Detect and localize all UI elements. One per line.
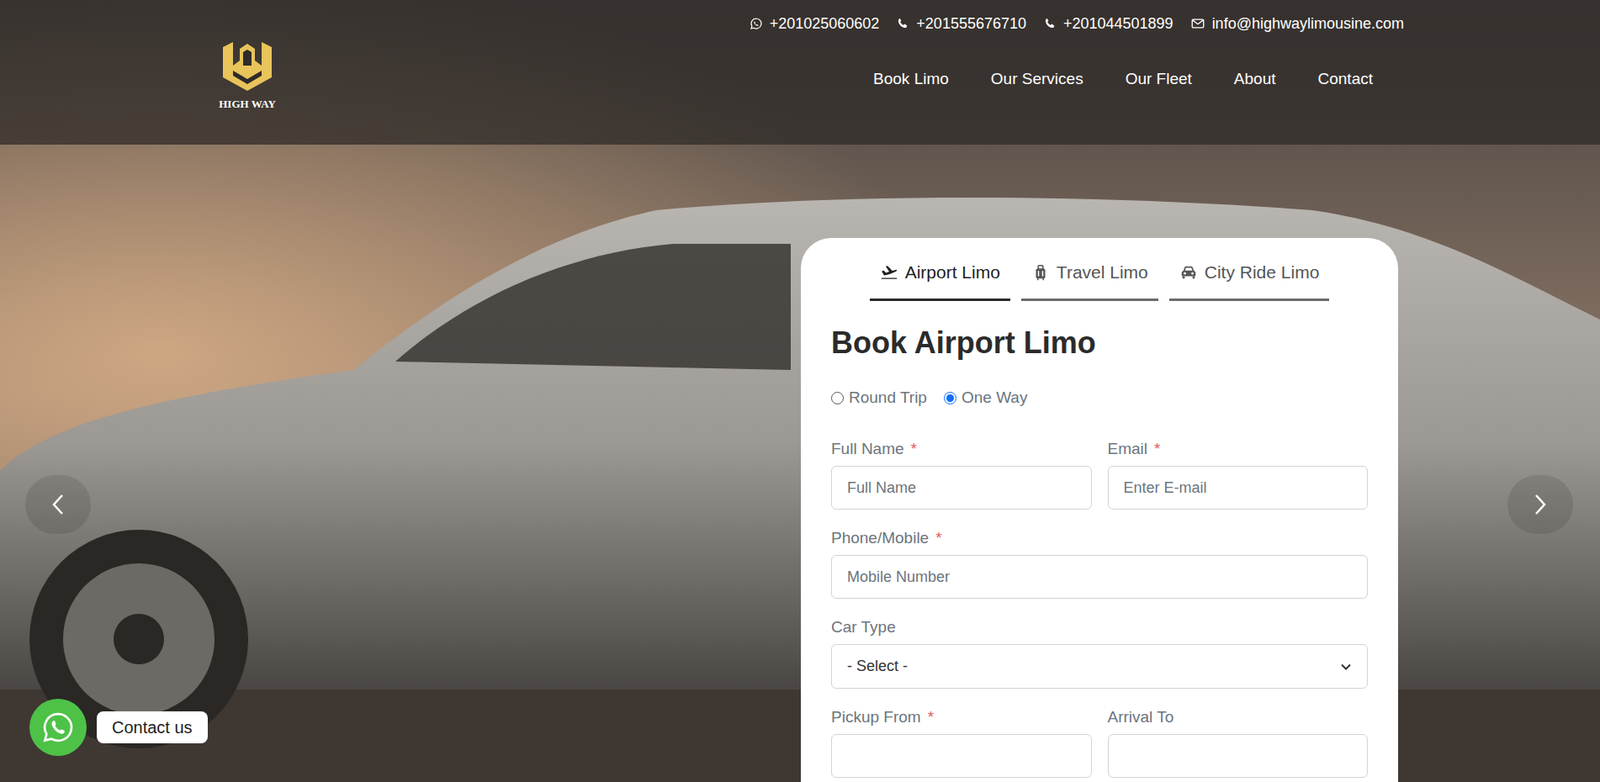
field-label-text: Car Type bbox=[831, 617, 896, 638]
required-mark: * bbox=[935, 528, 942, 549]
field-label: Car Type bbox=[831, 617, 1368, 638]
select-value: - Select - bbox=[847, 655, 908, 679]
radio-label: One Way bbox=[961, 387, 1028, 408]
form-row: Phone/Mobile * bbox=[831, 528, 1368, 599]
trip-type-option[interactable]: One Way bbox=[943, 387, 1028, 408]
contact-item[interactable]: +201025060602 bbox=[749, 13, 880, 34]
suitcase-icon bbox=[1031, 263, 1050, 282]
form-row: Car Type - Select - bbox=[831, 617, 1368, 689]
hero-content: Airport Limo Travel Limo City Ride Limo Bo… bbox=[0, 238, 1600, 782]
field-label-text: Phone/Mobile bbox=[831, 528, 929, 549]
required-mark: * bbox=[927, 707, 934, 728]
nav-link[interactable]: Our Services bbox=[990, 68, 1084, 90]
field-label-text: Full Name bbox=[831, 439, 905, 460]
form-title: Book Airport Limo bbox=[831, 324, 1368, 362]
car-icon bbox=[1179, 263, 1198, 282]
field-label-text: Arrival To bbox=[1107, 707, 1175, 728]
field-label: Pickup From* bbox=[831, 707, 1092, 728]
booking-tab[interactable]: City Ride Limo bbox=[1169, 256, 1330, 302]
whatsapp-icon bbox=[749, 16, 763, 31]
field-label-text: Pickup From bbox=[831, 707, 922, 728]
phone-icon bbox=[895, 16, 910, 31]
text-input[interactable] bbox=[1107, 734, 1369, 779]
contact-text[interactable]: +201044501899 bbox=[1063, 13, 1174, 34]
radio-dot bbox=[946, 394, 954, 403]
form-field: Arrival To bbox=[1107, 707, 1369, 779]
whatsapp-button[interactable] bbox=[29, 699, 87, 757]
tab-label: City Ride Limo bbox=[1204, 261, 1320, 284]
contact-item[interactable]: +201555676710 bbox=[895, 13, 1027, 34]
logo-icon bbox=[217, 40, 277, 98]
text-input[interactable] bbox=[831, 466, 1092, 510]
radio-button[interactable] bbox=[831, 392, 844, 405]
contact-item[interactable]: +201044501899 bbox=[1043, 13, 1174, 34]
contact-text[interactable]: info@highwaylimousine.com bbox=[1212, 13, 1404, 34]
form-row: Pickup From* Arrival To bbox=[831, 707, 1368, 779]
car-type-select[interactable]: - Select - bbox=[831, 644, 1368, 689]
tab-label: Airport Limo bbox=[905, 261, 1001, 284]
next-slide-button[interactable] bbox=[1507, 475, 1574, 535]
logo[interactable]: HIGH WAY bbox=[209, 40, 286, 112]
booking-tabs: Airport Limo Travel Limo City Ride Limo bbox=[831, 256, 1368, 302]
booking-form: Full Name*Email*Phone/Mobile*Car Type- S… bbox=[831, 439, 1368, 779]
field-label: Email* bbox=[1107, 439, 1369, 460]
plane-icon bbox=[879, 263, 899, 282]
hero: +201025060602 +201555676710 +201044501899 i… bbox=[0, 0, 1600, 782]
form-field: Phone/Mobile * bbox=[831, 528, 1368, 599]
field-label: Full Name * bbox=[831, 439, 1092, 460]
text-input[interactable] bbox=[1107, 466, 1369, 510]
form-field: Email* bbox=[1107, 439, 1369, 510]
form-field: Full Name * bbox=[831, 439, 1092, 510]
booking-card: Airport Limo Travel Limo City Ride Limo Bo… bbox=[800, 238, 1399, 782]
booking-tab[interactable]: Airport Limo bbox=[869, 256, 1011, 302]
trip-type-group: Round Trip One Way bbox=[831, 385, 1368, 411]
nav-link[interactable]: About bbox=[1234, 68, 1277, 90]
email-icon bbox=[1190, 15, 1206, 32]
contact-item[interactable]: info@highwaylimousine.com bbox=[1190, 13, 1404, 34]
previous-slide-button[interactable] bbox=[25, 475, 91, 535]
nav-link[interactable]: Our Fleet bbox=[1125, 68, 1193, 90]
text-input[interactable] bbox=[831, 734, 1092, 779]
required-mark: * bbox=[1154, 439, 1161, 460]
chevron-right-icon bbox=[1531, 492, 1549, 517]
form-field: Pickup From* bbox=[831, 707, 1092, 779]
main-nav: Book Limo Our Services Our Fleet About Conta… bbox=[873, 68, 1404, 90]
field-label-text: Email bbox=[1107, 439, 1149, 460]
chevron-left-icon bbox=[49, 492, 67, 517]
whatsapp-widget[interactable]: Contact us bbox=[29, 699, 208, 757]
tab-label: Travel Limo bbox=[1056, 261, 1149, 284]
contact-bar: +201025060602 +201555676710 +201044501899 i… bbox=[209, 0, 1404, 34]
whatsapp-icon bbox=[41, 710, 75, 745]
nav-link[interactable]: Contact bbox=[1318, 68, 1373, 90]
form-row: Full Name*Email* bbox=[831, 439, 1368, 510]
nav-link[interactable]: Book Limo bbox=[873, 68, 949, 90]
contact-text[interactable]: +201025060602 bbox=[769, 13, 880, 34]
required-mark: * bbox=[911, 439, 917, 460]
chevron-down-icon bbox=[1340, 661, 1352, 673]
text-input[interactable] bbox=[831, 555, 1368, 599]
trip-type-option[interactable]: Round Trip bbox=[831, 387, 928, 408]
field-label: Arrival To bbox=[1107, 707, 1369, 728]
form-field: Car Type - Select - bbox=[831, 617, 1368, 689]
site-header: +201025060602 +201555676710 +201044501899 i… bbox=[0, 0, 1600, 145]
radio-label: Round Trip bbox=[848, 387, 928, 408]
contact-text[interactable]: +201555676710 bbox=[916, 13, 1027, 34]
phone-icon bbox=[1043, 16, 1057, 31]
whatsapp-label[interactable]: Contact us bbox=[96, 711, 208, 744]
booking-tab[interactable]: Travel Limo bbox=[1021, 256, 1159, 302]
field-label: Phone/Mobile * bbox=[831, 528, 1368, 549]
radio-button[interactable] bbox=[943, 392, 957, 405]
logo-text: HIGH WAY bbox=[218, 97, 276, 112]
